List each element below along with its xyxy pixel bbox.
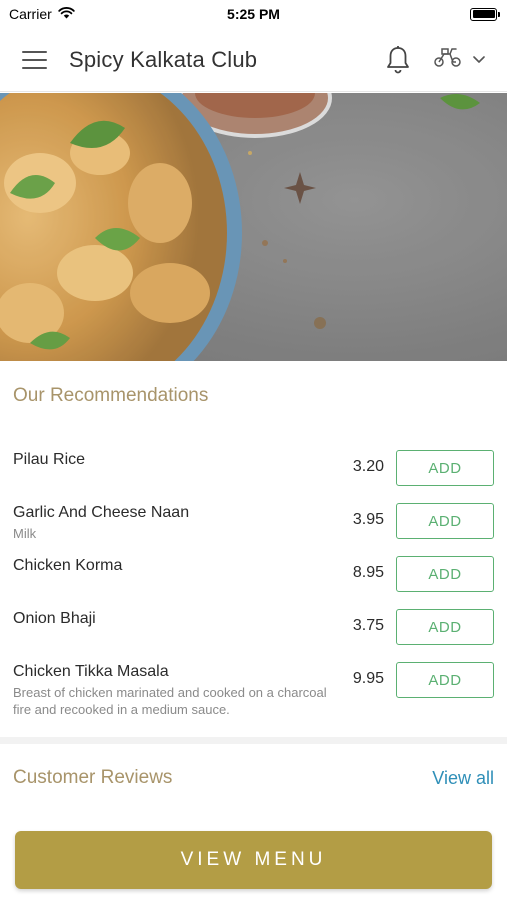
view-menu-button[interactable]: VIEW MENU bbox=[15, 831, 492, 889]
app-header: Spicy Kalkata Club bbox=[0, 28, 507, 92]
delivery-mode-selector[interactable] bbox=[433, 46, 485, 73]
header-actions bbox=[385, 45, 485, 75]
reviews-title: Customer Reviews bbox=[13, 767, 173, 788]
item-name: Chicken Tikka Masala bbox=[13, 663, 169, 680]
delivery-scooter-icon bbox=[433, 46, 463, 73]
hero-banner-image bbox=[0, 93, 507, 361]
section-divider bbox=[0, 737, 507, 744]
item-name: Chicken Korma bbox=[13, 557, 123, 574]
list-item: Garlic And Cheese Naan Milk 3.95 ADD bbox=[0, 501, 507, 547]
status-bar: Carrier 5:25 PM bbox=[0, 0, 507, 28]
add-button[interactable]: ADD bbox=[396, 503, 494, 539]
item-price: 3.95 bbox=[352, 511, 384, 528]
bell-icon[interactable] bbox=[385, 45, 411, 75]
list-item: Pilau Rice 3.20 ADD bbox=[0, 448, 507, 494]
page-title: Spicy Kalkata Club bbox=[69, 46, 258, 72]
item-price: 9.95 bbox=[352, 670, 384, 687]
add-button[interactable]: ADD bbox=[396, 556, 494, 592]
item-price: 3.20 bbox=[352, 458, 384, 475]
app-screen: Carrier 5:25 PM Spicy Kalkata Club Our R… bbox=[0, 0, 507, 900]
list-item: Chicken Korma 8.95 ADD bbox=[0, 554, 507, 600]
chevron-down-icon bbox=[473, 51, 485, 69]
add-button[interactable]: ADD bbox=[396, 662, 494, 698]
item-price: 8.95 bbox=[352, 564, 384, 581]
menu-icon[interactable] bbox=[22, 50, 47, 69]
list-item: Onion Bhaji 3.75 ADD bbox=[0, 607, 507, 653]
item-name: Garlic And Cheese Naan bbox=[13, 504, 190, 521]
carrier-label: Carrier bbox=[9, 6, 52, 22]
status-time: 5:25 PM bbox=[227, 6, 280, 22]
add-button[interactable]: ADD bbox=[396, 609, 494, 645]
wifi-icon bbox=[58, 6, 75, 22]
status-left: Carrier bbox=[9, 6, 75, 22]
item-price: 3.75 bbox=[352, 617, 384, 634]
item-description: Breast of chicken marinated and cooked o… bbox=[13, 685, 327, 717]
item-name: Pilau Rice bbox=[13, 451, 86, 468]
item-description: Milk bbox=[13, 526, 37, 541]
item-name: Onion Bhaji bbox=[13, 610, 96, 627]
recommendations-title: Our Recommendations bbox=[13, 385, 209, 406]
list-item: Chicken Tikka Masala Breast of chicken m… bbox=[0, 660, 507, 717]
add-button[interactable]: ADD bbox=[396, 450, 494, 486]
view-all-reviews-link[interactable]: View all bbox=[432, 768, 494, 789]
battery-icon bbox=[470, 7, 500, 21]
